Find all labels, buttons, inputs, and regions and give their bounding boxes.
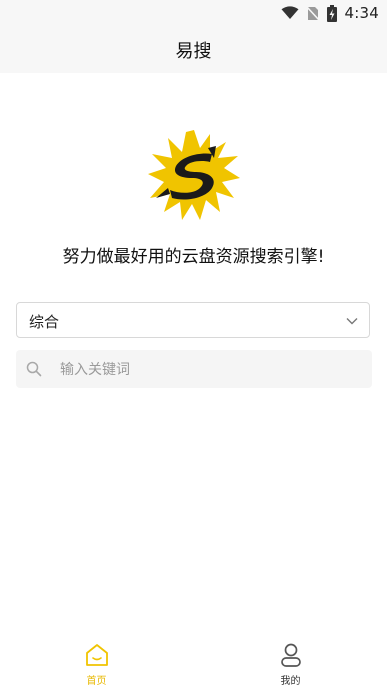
search-input[interactable]: [58, 358, 362, 382]
bottom-tabbar: 首页 我的: [0, 638, 387, 688]
status-bar: 4:34: [0, 0, 387, 26]
wifi-icon: [281, 6, 299, 19]
page-title: 易搜: [175, 40, 212, 62]
user-icon: [281, 643, 301, 667]
app-header: 易搜: [0, 26, 387, 73]
tab-home-label: 首页: [86, 676, 107, 687]
tab-mine-label: 我的: [280, 676, 301, 687]
chevron-down-icon: [346, 318, 358, 325]
category-select-value: 综合: [29, 313, 60, 331]
tab-mine[interactable]: 我的: [194, 638, 387, 688]
tab-home[interactable]: 首页: [0, 638, 193, 688]
home-icon: [86, 644, 108, 666]
status-time: 4:34: [344, 4, 379, 22]
slogan-text: 努力做最好用的云盘资源搜索引擎!: [62, 247, 325, 267]
app-logo: [148, 130, 240, 220]
search-icon: [26, 361, 42, 377]
search-box[interactable]: [16, 350, 372, 388]
category-select[interactable]: 综合: [16, 302, 370, 338]
battery-charging-icon: [326, 4, 337, 22]
status-icons: 4:34: [281, 3, 379, 23]
no-sim-icon: [306, 5, 319, 21]
